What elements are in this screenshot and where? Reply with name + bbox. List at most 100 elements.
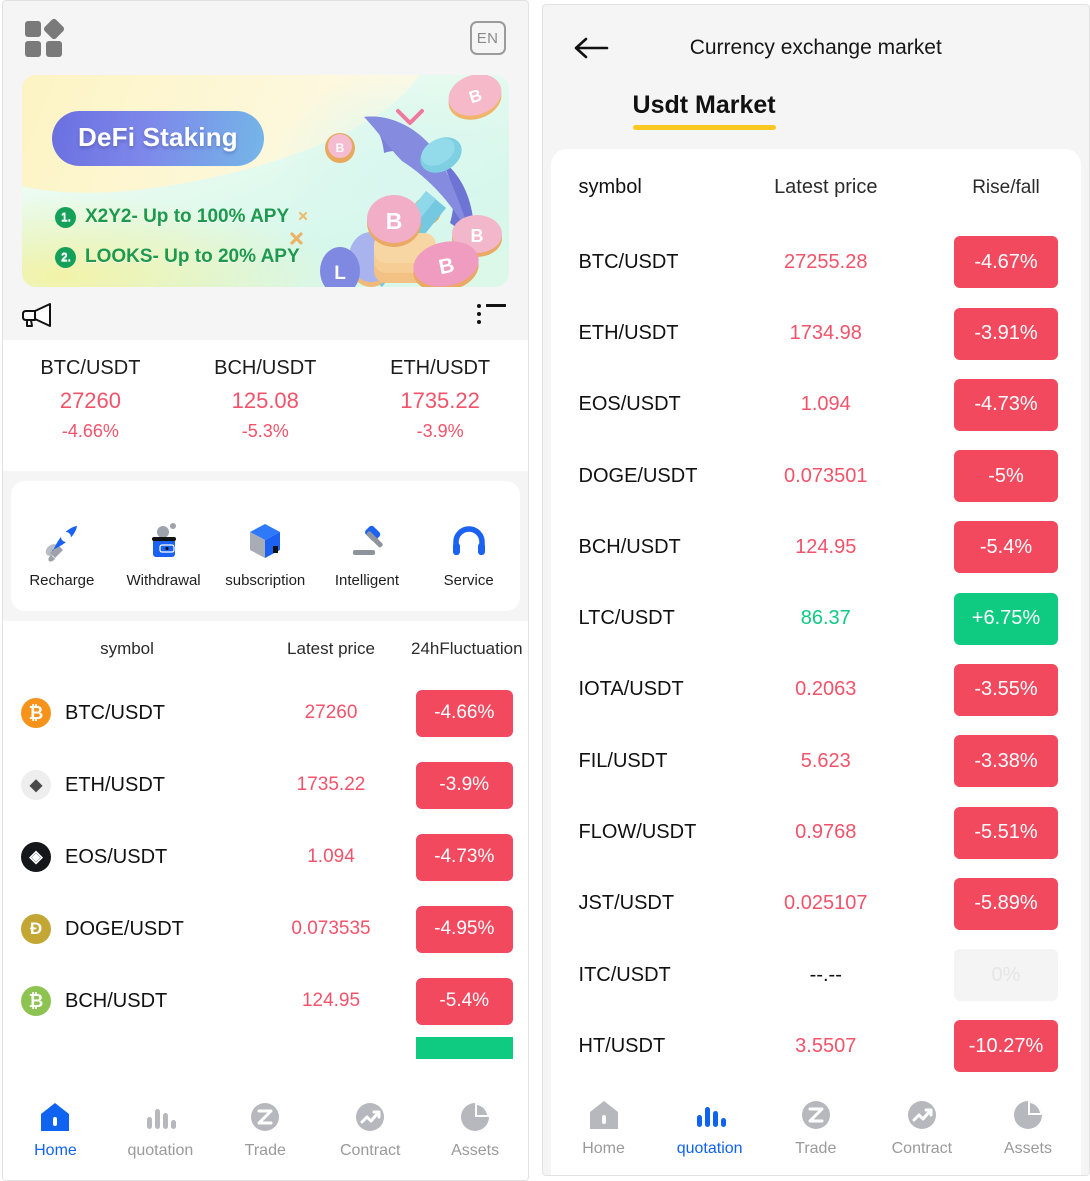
row-price: 1.094	[800, 393, 851, 416]
back-arrow-icon[interactable]	[571, 35, 611, 61]
banner-line-1: 1. X2Y2- Up to 100% APY	[55, 206, 289, 228]
banner-title: DeFi Staking	[52, 111, 264, 166]
tab-underline	[632, 125, 776, 130]
defi-staking-banner[interactable]: B B B L B B DeFi Staking 1. X2Y2- Up to …	[22, 75, 509, 287]
status-badge: +6.75%	[954, 592, 1058, 645]
list-icon[interactable]	[476, 304, 506, 326]
market-table-header: symbol Latest price 24hFluctuation	[3, 621, 528, 677]
table-row[interactable]: DOGE/USDT 0.073501 -5%	[551, 441, 1081, 512]
status-badge: -5.89%	[954, 877, 1058, 930]
left-bottom-nav: Home quotation Trade Contract Assets	[3, 1084, 528, 1180]
header-price: Latest price	[774, 176, 878, 199]
announcement-bar[interactable]	[3, 290, 528, 340]
nav-item-quotation[interactable]: quotation	[657, 1090, 763, 1158]
nav-item-contract[interactable]: Contract	[318, 1092, 423, 1160]
row-price: 3.5507	[795, 1034, 857, 1057]
nav-label: Trade	[795, 1139, 837, 1157]
row-symbol-cell: ₿ BTC/USDT	[3, 698, 251, 728]
row-change-cell: -4.73%	[411, 833, 528, 881]
table-row[interactable]: HT/USDT 3.5507 -10.27%	[551, 1011, 1081, 1082]
row-price: 5.623	[800, 749, 851, 772]
doge-coin-icon: Đ	[21, 914, 51, 944]
btc-coin-icon: ₿	[21, 698, 51, 728]
quick-action-subscription[interactable]: subscription	[214, 510, 316, 589]
table-row[interactable]: ETH/USDT 1734.98 -3.91%	[551, 298, 1081, 369]
assets-icon	[423, 1092, 528, 1142]
row-price: 86.37	[800, 607, 851, 630]
row-price: 0.2063	[795, 678, 857, 701]
row-symbol: BCH/USDT	[65, 989, 168, 1012]
ticker-price: 27260	[59, 388, 122, 413]
cube-icon	[214, 510, 316, 572]
banner-line-2-text: LOOKS- Up to 20% APY	[85, 246, 300, 267]
table-row[interactable]: IOTA/USDT 0.2063 -3.55%	[551, 654, 1081, 725]
row-price: 124.95	[301, 990, 361, 1011]
row-symbol: ETH/USDT	[65, 773, 165, 796]
language-label: EN	[476, 29, 499, 47]
row-symbol: BTC/USDT	[65, 701, 165, 724]
row-symbol: ETH/USDT	[578, 322, 679, 345]
table-row[interactable]: ₿ BCH/USDT 124.95 -5.4%	[3, 965, 528, 1037]
nav-label: Home	[34, 1142, 77, 1159]
nav-item-home[interactable]: Home	[551, 1090, 657, 1158]
tab-usdt-market[interactable]: Usdt Market	[632, 91, 776, 130]
table-row[interactable]: FIL/USDT 5.623 -3.38%	[551, 726, 1081, 797]
nav-item-home[interactable]: Home	[3, 1092, 108, 1160]
banner-line-2: 2. LOOKS- Up to 20% APY	[55, 246, 300, 268]
header-symbol: symbol	[100, 639, 154, 658]
quick-action-withdrawal[interactable]: Withdrawal	[113, 510, 215, 589]
table-row[interactable]: BTC/USDT 27255.28 -4.67%	[551, 227, 1081, 298]
header-symbol: symbol	[578, 176, 642, 199]
ticker-item[interactable]: BCH/USDT 125.08 -5.3%	[178, 357, 353, 442]
quick-action-service[interactable]: Service	[418, 510, 520, 589]
table-row[interactable]: FLOW/USDT 0.9768 -5.51%	[551, 797, 1081, 868]
promo-banner-wrap: B B B L B B DeFi Staking 1. X2Y2- Up to …	[3, 75, 528, 290]
eth-coin-icon: ◆	[21, 770, 51, 800]
row-symbol: DOGE/USDT	[578, 464, 698, 487]
svg-text:B: B	[470, 226, 483, 246]
table-row[interactable]: ◆ ETH/USDT 1735.22 -3.9%	[3, 749, 528, 821]
nav-label: Home	[582, 1139, 625, 1157]
nav-item-assets[interactable]: Assets	[423, 1092, 528, 1160]
home-icon	[551, 1090, 657, 1140]
status-badge: -5.4%	[415, 977, 513, 1025]
row-price: 0.073535	[291, 918, 371, 939]
nav-item-trade[interactable]: Trade	[213, 1092, 318, 1160]
nav-label: quotation	[127, 1142, 194, 1159]
row-change-cell: -3.55%	[931, 663, 1081, 716]
mining-illustration: B B B L B B	[289, 75, 502, 287]
quick-action-intelligent[interactable]: Intelligent	[316, 510, 418, 589]
row-symbol: FIL/USDT	[578, 749, 668, 772]
table-row[interactable]: ITC/USDT --.-- 0%	[551, 939, 1081, 1010]
right-top-bar: Currency exchange market	[543, 5, 1089, 91]
row-change-cell: -5.51%	[931, 806, 1081, 859]
grid-logo-icon[interactable]	[25, 17, 66, 57]
quick-action-recharge[interactable]: Recharge	[11, 510, 113, 589]
table-row[interactable]: JST/USDT 0.025107 -5.89%	[551, 868, 1081, 939]
row-change-cell: +6.75%	[931, 592, 1081, 645]
status-badge: -3.55%	[954, 663, 1058, 716]
status-badge: -4.95%	[415, 905, 513, 953]
status-badge	[415, 1037, 513, 1059]
nav-item-contract[interactable]: Contract	[869, 1090, 975, 1158]
table-row[interactable]: ₿ BTC/USDT 27260 -4.66%	[3, 677, 528, 749]
table-row[interactable]: ◈ EOS/USDT 1.094 -4.73%	[3, 821, 528, 893]
row-price: 0.9768	[795, 821, 857, 843]
table-row[interactable]: EOS/USDT 1.094 -4.73%	[551, 369, 1081, 440]
banner-line-1-text: X2Y2- Up to 100% APY	[85, 206, 290, 227]
table-row[interactable]: LTC/USDT 86.37 +6.75%	[551, 583, 1081, 654]
row-change-cell: -5%	[931, 450, 1081, 503]
nav-item-quotation[interactable]: quotation	[108, 1092, 213, 1160]
table-row[interactable]: Đ DOGE/USDT 0.073535 -4.95%	[3, 893, 528, 965]
nav-item-assets[interactable]: Assets	[975, 1090, 1081, 1158]
table-row[interactable]: BCH/USDT 124.95 -5.4%	[551, 512, 1081, 583]
right-bottom-nav: Home quotation Trade Contract Assets	[550, 1081, 1081, 1175]
row-change-cell: -5.4%	[411, 977, 528, 1025]
rocket-icon	[11, 510, 113, 572]
table-row-partial[interactable]	[3, 1037, 528, 1059]
bars-icon	[108, 1092, 213, 1142]
nav-item-trade[interactable]: Trade	[763, 1090, 869, 1158]
language-button[interactable]: EN	[469, 21, 506, 55]
ticker-item[interactable]: ETH/USDT 1735.22 -3.9%	[353, 357, 528, 442]
ticker-item[interactable]: BTC/USDT 27260 -4.66%	[3, 357, 178, 442]
